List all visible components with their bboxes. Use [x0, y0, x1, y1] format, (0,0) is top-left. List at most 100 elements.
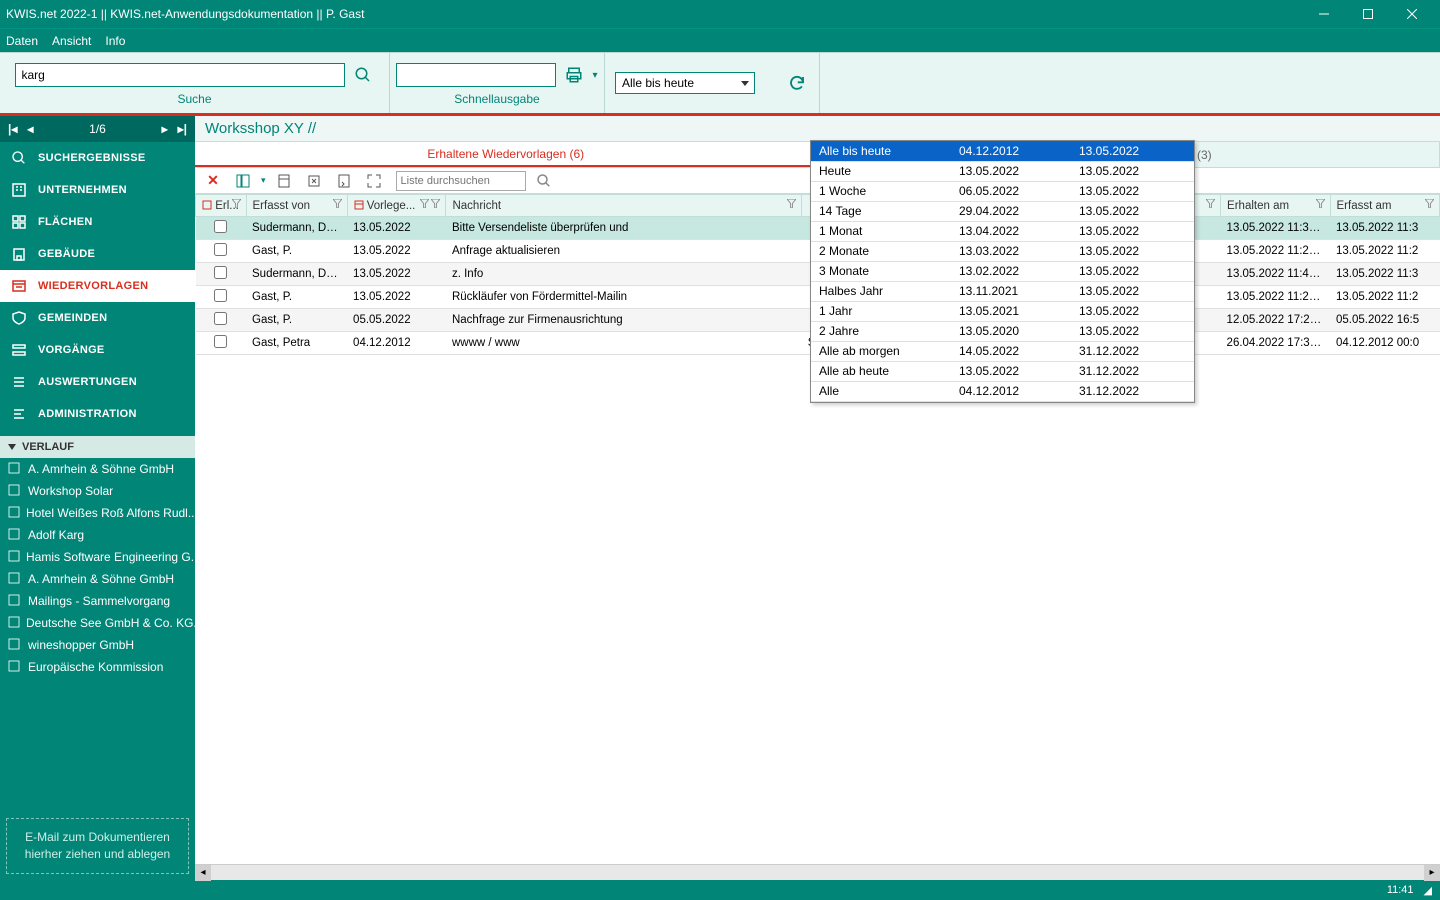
scroll-right[interactable]: ▸	[1424, 865, 1440, 881]
date-range-option[interactable]: 2 Jahre13.05.202013.05.2022	[811, 321, 1194, 341]
date-range-option[interactable]: 14 Tage29.04.202213.05.2022	[811, 201, 1194, 221]
nav-item-admin[interactable]: ADMINISTRATION	[0, 398, 195, 430]
pager-text: 1/6	[89, 122, 106, 136]
grid-export-icon[interactable]	[302, 169, 326, 193]
grid-columns-dropdown-icon[interactable]: ▾	[261, 175, 266, 186]
area-icon	[10, 213, 28, 231]
filter-icon[interactable]	[1316, 199, 1326, 209]
menu-daten[interactable]: Daten	[6, 34, 38, 48]
quick-output-input[interactable]	[396, 63, 556, 87]
column-header[interactable]: Erl...	[196, 195, 247, 217]
column-header[interactable]: Nachricht	[446, 195, 802, 217]
date-range-option[interactable]: 3 Monate13.02.202213.05.2022	[811, 261, 1194, 281]
row-checkbox[interactable]	[196, 217, 247, 240]
verlauf-item[interactable]: A. Amrhein & Söhne GmbH	[0, 458, 195, 480]
report-icon	[10, 373, 28, 391]
pager-first[interactable]: |◂	[8, 122, 17, 136]
date-range-option[interactable]: Alle ab heute13.05.202231.12.2022	[811, 361, 1194, 381]
verlauf-item[interactable]: Deutsche See GmbH & Co. KG...	[0, 612, 195, 634]
verlauf-item[interactable]: Hamis Software Engineering G...	[0, 546, 195, 568]
search-input[interactable]	[15, 63, 345, 87]
filter-icon[interactable]	[333, 199, 343, 209]
print-dropdown-icon[interactable]: ▾	[592, 70, 597, 81]
resize-grip-icon[interactable]: ◢	[1424, 884, 1432, 897]
refresh-button[interactable]	[785, 71, 809, 95]
building-icon	[8, 572, 22, 586]
date-range-option[interactable]: Halbes Jahr13.11.202113.05.2022	[811, 281, 1194, 301]
pager-last[interactable]: ▸|	[178, 122, 187, 136]
menu-info[interactable]: Info	[105, 34, 125, 48]
building-icon	[8, 594, 22, 608]
nav-item-shield[interactable]: GEMEINDEN	[0, 302, 195, 334]
verlauf-item[interactable]: Adolf Karg	[0, 524, 195, 546]
date-range-option[interactable]: 1 Monat13.04.202213.05.2022	[811, 221, 1194, 241]
nav-item-report[interactable]: AUSWERTUNGEN	[0, 366, 195, 398]
nav-label: AUSWERTUNGEN	[38, 376, 137, 388]
verlauf-item[interactable]: A. Amrhein & Söhne GmbH	[0, 568, 195, 590]
row-checkbox[interactable]	[196, 240, 247, 263]
nav-item-building[interactable]: UNTERNEHMEN	[0, 174, 195, 206]
row-checkbox[interactable]	[196, 309, 247, 332]
verlauf-item[interactable]: Mailings - Sammelvorgang	[0, 590, 195, 612]
content-title: Worksshop XY //	[195, 116, 1440, 142]
grid-close-icon[interactable]: ✕	[201, 169, 225, 193]
print-icon[interactable]	[562, 63, 586, 87]
grid-expand-icon[interactable]	[362, 169, 386, 193]
grid-search-input[interactable]	[396, 171, 526, 191]
email-dropzone[interactable]: E-Mail zum Dokumentieren hierher ziehen …	[6, 818, 189, 874]
pager-next[interactable]: ▸	[162, 122, 168, 136]
filter-icon[interactable]	[420, 199, 429, 211]
date-range-panel[interactable]: Alle bis heute04.12.201213.05.2022Heute1…	[810, 140, 1195, 403]
sidebar: |◂ ◂ 1/6 ▸ ▸| SUCHERGEBNISSEUNTERNEHMENF…	[0, 116, 195, 880]
row-checkbox[interactable]	[196, 332, 247, 355]
search-button[interactable]	[351, 63, 375, 87]
column-header[interactable]: Erfasst von	[246, 195, 347, 217]
filter-icon[interactable]	[787, 199, 797, 209]
verlauf-header[interactable]: VERLAUF	[0, 436, 195, 458]
nav-item-followup[interactable]: WIEDERVORLAGEN	[0, 270, 195, 302]
filter-icon[interactable]	[232, 199, 242, 209]
scroll-left[interactable]: ◂	[195, 865, 211, 881]
verlauf-item[interactable]: Workshop Solar	[0, 480, 195, 502]
row-checkbox[interactable]	[196, 263, 247, 286]
titlebar: KWIS.net 2022-1 || KWIS.net-Anwendungsdo…	[0, 0, 1440, 28]
column-header[interactable]: Vorlege...	[347, 195, 446, 217]
filter-icon[interactable]	[1206, 199, 1216, 209]
horizontal-scrollbar[interactable]: ◂ ▸	[195, 864, 1440, 880]
verlauf-item[interactable]: Europäische Kommission	[0, 656, 195, 678]
nav-label: WIEDERVORLAGEN	[38, 280, 148, 292]
date-range-option[interactable]: Alle04.12.201231.12.2022	[811, 381, 1194, 401]
minimize-button[interactable]	[1302, 0, 1346, 28]
building-icon	[8, 506, 20, 520]
nav-item-area[interactable]: FLÄCHEN	[0, 206, 195, 238]
verlauf-item[interactable]: wineshopper GmbH	[0, 634, 195, 656]
date-range-option[interactable]: Heute13.05.202213.05.2022	[811, 161, 1194, 181]
nav-item-process[interactable]: VORGÄNGE	[0, 334, 195, 366]
menubar: Daten Ansicht Info	[0, 28, 1440, 52]
date-range-option[interactable]: 1 Jahr13.05.202113.05.2022	[811, 301, 1194, 321]
filter-icon[interactable]	[1425, 199, 1435, 209]
date-range-option[interactable]: 2 Monate13.03.202213.05.2022	[811, 241, 1194, 261]
pager: |◂ ◂ 1/6 ▸ ▸|	[0, 116, 195, 142]
date-range-option[interactable]: Alle ab morgen14.05.202231.12.2022	[811, 341, 1194, 361]
date-range-dropdown[interactable]: Alle bis heute	[615, 72, 755, 94]
grid-tool3-icon[interactable]	[332, 169, 356, 193]
admin-icon	[10, 405, 28, 423]
verlauf-item[interactable]: Hotel Weißes Roß Alfons Rudl...	[0, 502, 195, 524]
grid-tool1-icon[interactable]	[272, 169, 296, 193]
nav-item-search[interactable]: SUCHERGEBNISSE	[0, 142, 195, 174]
grid-columns-icon[interactable]	[231, 169, 255, 193]
row-checkbox[interactable]	[196, 286, 247, 309]
maximize-button[interactable]	[1346, 0, 1390, 28]
close-button[interactable]	[1390, 0, 1434, 28]
column-header[interactable]: Erfasst am	[1330, 195, 1440, 217]
date-range-option[interactable]: 1 Woche06.05.202213.05.2022	[811, 181, 1194, 201]
tab-received[interactable]: Erhaltene Wiedervorlagen (6)	[195, 142, 818, 167]
pager-prev[interactable]: ◂	[27, 122, 33, 136]
menu-ansicht[interactable]: Ansicht	[52, 34, 91, 48]
filter-icon[interactable]	[431, 199, 441, 209]
grid-search-icon[interactable]	[532, 169, 556, 193]
nav-item-building2[interactable]: GEBÄUDE	[0, 238, 195, 270]
date-range-option[interactable]: Alle bis heute04.12.201213.05.2022	[811, 141, 1194, 161]
column-header[interactable]: Erhalten am	[1221, 195, 1330, 217]
